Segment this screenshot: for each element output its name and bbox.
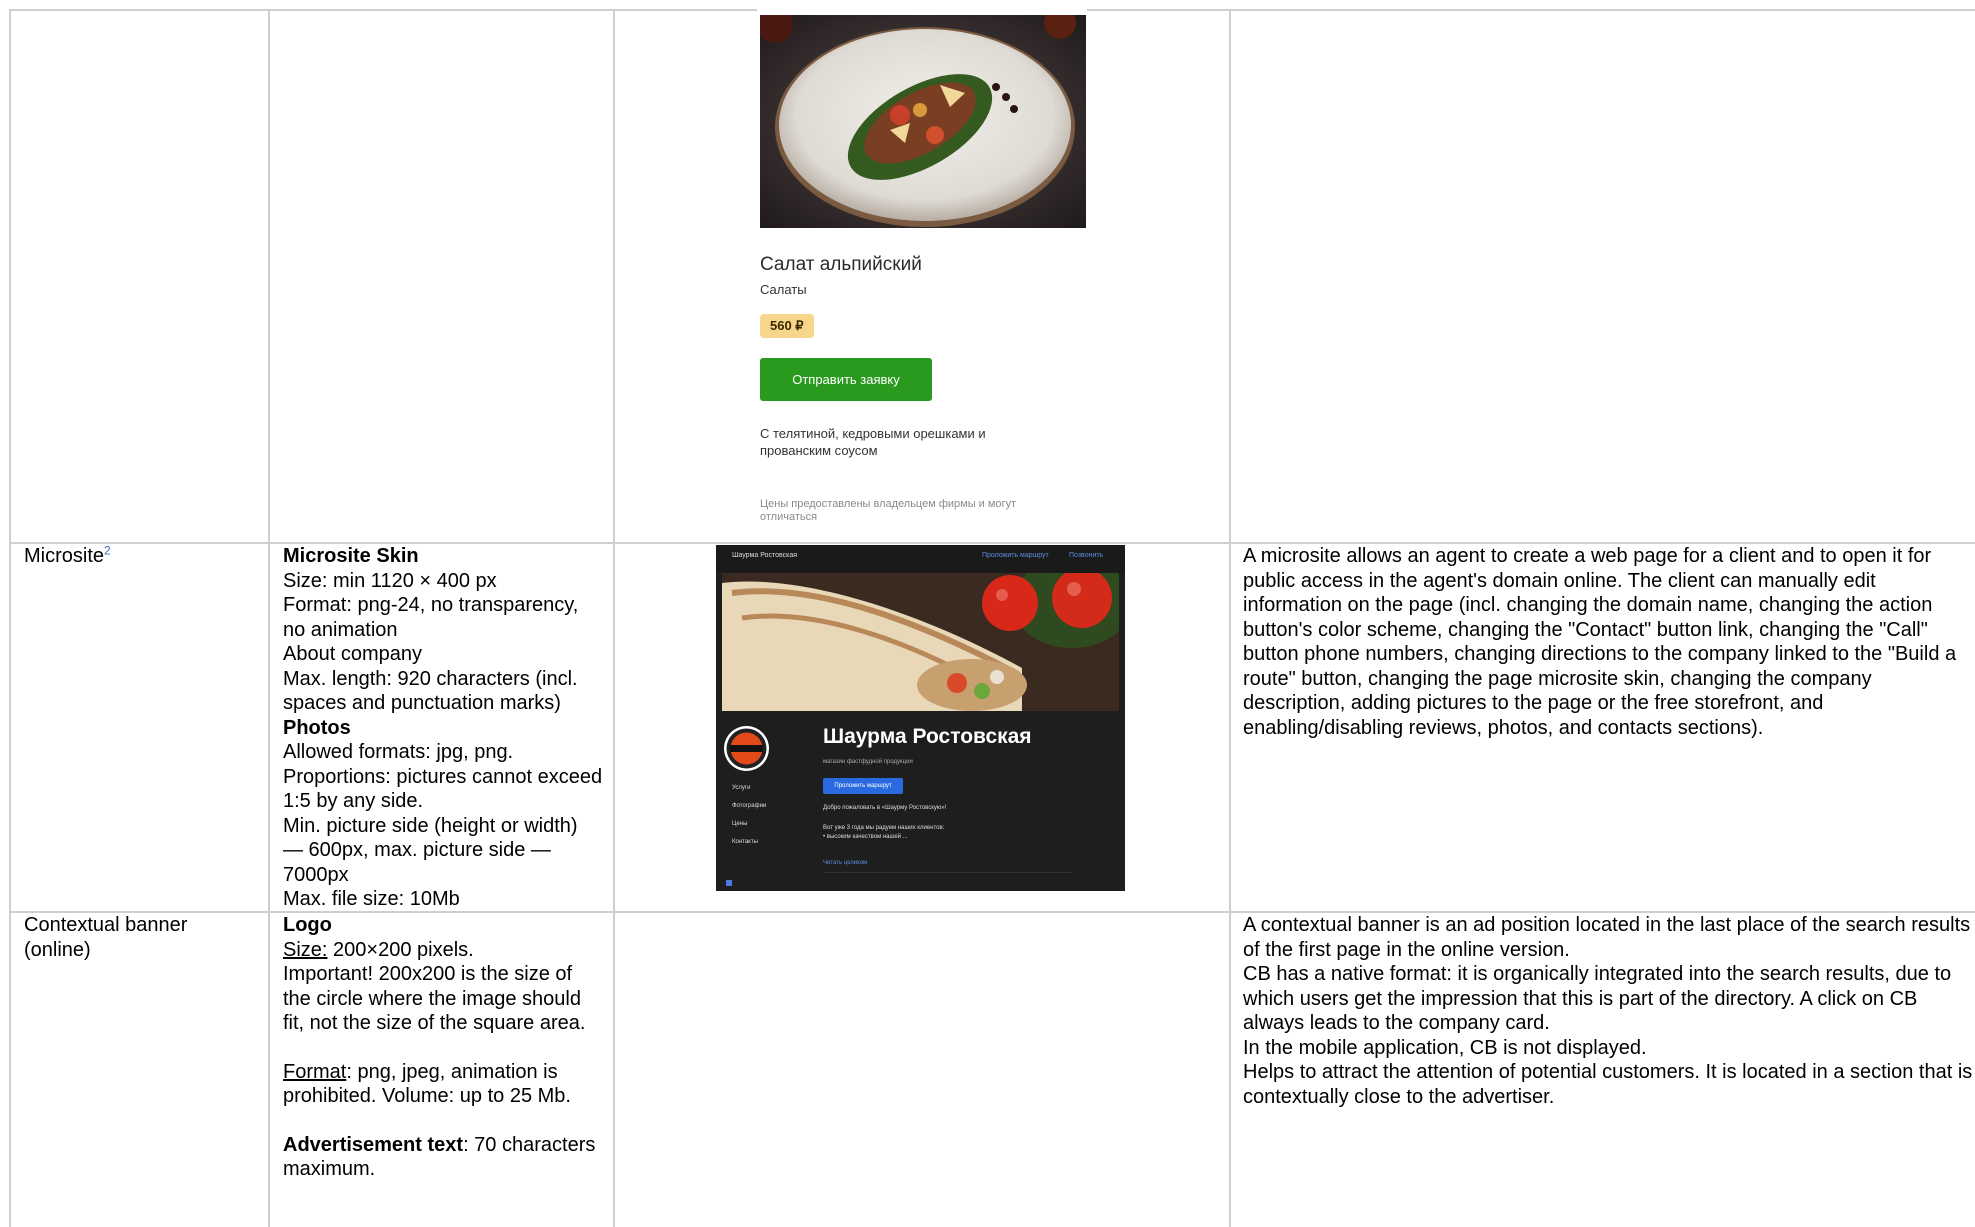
- menu-item-contacts[interactable]: Контакты: [732, 839, 766, 857]
- read-more-link[interactable]: Читать целиком: [823, 860, 867, 866]
- microsite-title: Шаурма Ростовская: [823, 725, 1032, 748]
- microsite-label: Microsite: [24, 545, 105, 567]
- photos-sides: Min. picture side (height or width) — 60…: [283, 814, 578, 886]
- size-value: 200×200 pixels.: [327, 938, 474, 961]
- description-paragraph: CB has a native format: it is organicall…: [1243, 963, 1952, 1034]
- microsite-body: Вот уже 3 года мы радуем наших клиентов:…: [823, 824, 1043, 842]
- requirements-table: Салат альпийский Салаты 560 ₽ Отправить …: [0, 0, 1975, 1227]
- photos-heading: Photos: [283, 716, 351, 739]
- about-heading: About company: [283, 643, 422, 665]
- body-line: Вот уже 3 года мы радуем наших клиентов:: [823, 825, 945, 831]
- size-label: Size:: [283, 938, 328, 961]
- shawarma-photo: [722, 573, 1119, 711]
- salad-photo: [760, 15, 1086, 228]
- route-button[interactable]: Проложить маршрут: [823, 778, 903, 794]
- corner-icon: [726, 880, 732, 886]
- banner-requirements: Logo Size: 200×200 pixels. Important! 20…: [283, 913, 603, 1182]
- menu-item-card-image: Салат альпийский Салаты 560 ₽ Отправить …: [757, 9, 1087, 529]
- description-paragraph: In the mobile application, CB is not dis…: [1243, 1036, 1647, 1059]
- microsite-header: Шаурма Ростовская Проложить маршрут Позв…: [716, 545, 1125, 573]
- divider: [823, 872, 1073, 873]
- about-length: Max. length: 920 characters (incl. space…: [283, 667, 578, 715]
- banner-description: A contextual banner is an ad position lo…: [1243, 913, 1973, 1109]
- logo-heading: Logo: [283, 914, 332, 936]
- adtext-label: Advertisement text: [283, 1133, 464, 1156]
- microsite-menu: Услуги Фотографии Цены Контакты: [732, 785, 766, 857]
- send-request-button[interactable]: Отправить заявку: [760, 358, 932, 401]
- menu-item-prices[interactable]: Цены: [732, 821, 766, 839]
- column-border: [268, 9, 270, 1227]
- dish-description: С телятиной, кедровыми орешками и прован…: [760, 426, 986, 458]
- dish-category: Салаты: [760, 282, 807, 297]
- skin-heading: Microsite Skin: [283, 545, 419, 567]
- description-paragraph: Helps to attract the attention of potent…: [1243, 1061, 1973, 1108]
- row-name-contextual-banner: Contextual banner (online): [24, 914, 188, 961]
- microsite-welcome: Добро пожаловать в «Шаурму Ростовскую»!: [823, 805, 947, 811]
- important-note: Important! 200x200 is the size of the ci…: [283, 963, 586, 1034]
- photos-filesize: Max. file size: 10Mb: [283, 888, 460, 910]
- microsite-preview-image: Шаурма Ростовская Проложить маршрут Позв…: [716, 545, 1125, 891]
- microsite-logo: [724, 726, 769, 771]
- body-line: • высоким качеством нашей ...: [823, 834, 908, 840]
- photos-proportions: Proportions: pictures cannot exceed 1:5 …: [283, 765, 603, 813]
- menu-item-services[interactable]: Услуги: [732, 785, 766, 803]
- skin-size: Size: min 1120 × 400 px: [283, 569, 497, 592]
- microsite-subtitle: магазин фастфудной продукции: [823, 759, 913, 765]
- microsite-requirements: Microsite Skin Size: min 1120 × 400 px F…: [283, 544, 603, 912]
- footnote-link[interactable]: 2: [104, 543, 111, 557]
- menu-item-photos[interactable]: Фотографии: [732, 803, 766, 821]
- row-name-microsite: Microsite2: [24, 544, 259, 569]
- description-paragraph: A contextual banner is an ad position lo…: [1243, 914, 1971, 961]
- format-label: Format: [283, 1060, 347, 1083]
- call-link[interactable]: Позвонить: [1069, 552, 1103, 559]
- column-border: [613, 9, 615, 1227]
- microsite-brand: Шаурма Ростовская: [732, 552, 798, 559]
- build-route-link[interactable]: Проложить маршрут: [982, 552, 1049, 559]
- photos-formats: Allowed formats: jpg, png.: [283, 741, 514, 763]
- column-border: [1229, 9, 1231, 1227]
- price-badge: 560 ₽: [760, 314, 814, 338]
- skin-format: Format: png-24, no transparency, no anim…: [283, 594, 579, 641]
- dish-name: Салат альпийский: [760, 254, 922, 275]
- price-disclaimer: Цены предоставлены владельцем фирмы и мо…: [760, 498, 1017, 523]
- column-border: [9, 9, 11, 1227]
- microsite-description: A microsite allows an agent to create a …: [1243, 545, 1957, 739]
